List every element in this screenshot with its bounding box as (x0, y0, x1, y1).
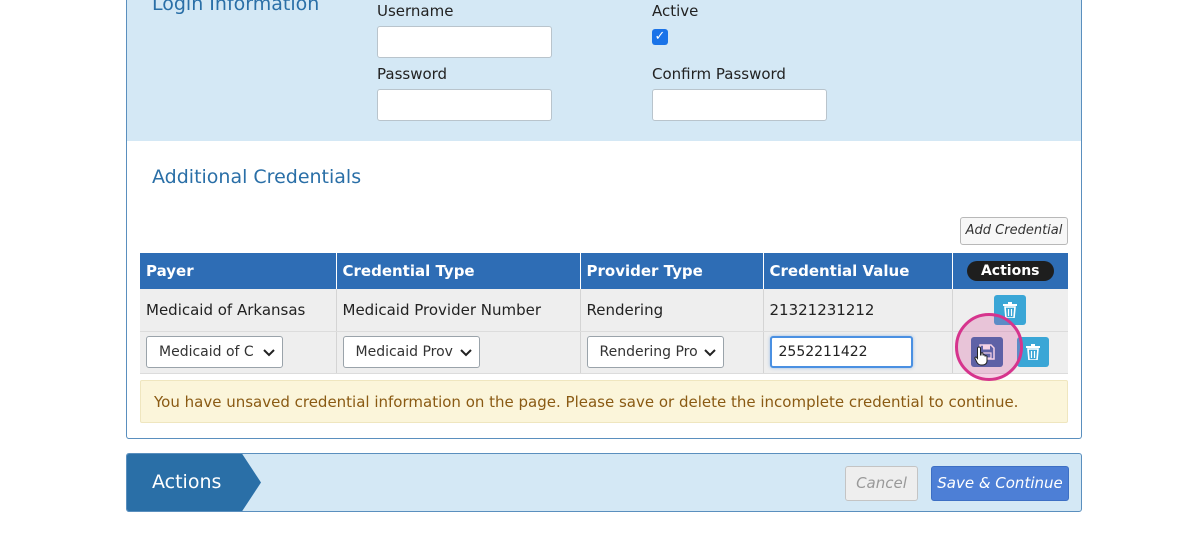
actions-bar: Actions Cancel Save & Continue (126, 453, 1082, 512)
delete-credential-button[interactable] (994, 294, 1027, 325)
actions-tab: Actions (127, 454, 261, 511)
cell-payer: Medicaid of Arkansas (140, 289, 337, 332)
provider-type-select-value: Rendering Pro (599, 344, 698, 360)
save-and-continue-button[interactable]: Save & Continue (931, 466, 1069, 501)
provider-type-select[interactable]: Rendering Pro (586, 336, 724, 368)
column-header-payer: Payer (140, 253, 337, 289)
confirm-password-label: Confirm Password (652, 65, 786, 83)
cell-provider-type: Rendering (580, 289, 764, 332)
cell-provider-type-edit: Rendering Pro (580, 331, 764, 374)
cell-actions-edit (952, 331, 1068, 374)
column-header-credential-type: Credential Type (336, 253, 581, 289)
chevron-down-icon (459, 349, 472, 357)
table-header-row: Payer Credential Type Provider Type Cred… (140, 253, 1068, 289)
chevron-down-icon (703, 349, 716, 357)
cell-credential-value: 21321231212 (763, 289, 953, 332)
cell-credential-type: Medicaid Provider Number (336, 289, 581, 332)
actions-header-pill: Actions (966, 261, 1054, 281)
credential-type-select-value: Medicaid Prov (355, 344, 453, 360)
username-input[interactable] (377, 26, 552, 58)
column-header-credential-value: Credential Value (763, 253, 953, 289)
payer-select-value: Medicaid of C (159, 344, 254, 360)
credentials-table: Payer Credential Type Provider Type Cred… (140, 253, 1068, 374)
password-input[interactable] (377, 89, 552, 121)
additional-credentials-title: Additional Credentials (152, 166, 362, 188)
username-label: Username (377, 2, 454, 20)
trash-icon (1003, 301, 1018, 318)
payer-select[interactable]: Medicaid of C (146, 336, 283, 368)
table-row: Medicaid of Arkansas Medicaid Provider N… (140, 289, 1068, 332)
login-information-title: Login Information (152, 0, 320, 15)
trash-icon (1026, 344, 1041, 360)
cell-credential-value-edit (763, 331, 953, 374)
credential-value-input[interactable] (769, 336, 913, 368)
delete-edit-credential-button[interactable] (1017, 337, 1050, 367)
active-label: Active (652, 2, 699, 20)
cell-credential-type-edit: Medicaid Prov (336, 331, 581, 374)
credential-type-select[interactable]: Medicaid Prov (342, 336, 480, 368)
cell-actions (952, 289, 1068, 332)
provider-form-card: Login Information Username Active ✓ Pass… (126, 0, 1082, 439)
save-credential-button[interactable] (971, 337, 1004, 367)
login-information-section: Login Information Username Active ✓ Pass… (127, 0, 1081, 141)
cancel-button[interactable]: Cancel (845, 466, 918, 501)
column-header-provider-type: Provider Type (580, 253, 764, 289)
save-icon (979, 344, 996, 360)
column-header-actions: Actions (952, 253, 1068, 289)
unsaved-credential-warning: You have unsaved credential information … (140, 380, 1068, 423)
confirm-password-input[interactable] (652, 89, 827, 121)
add-credential-button[interactable]: Add Credential (960, 217, 1068, 245)
chevron-down-icon (263, 349, 275, 357)
cell-payer-edit: Medicaid of C (140, 331, 337, 374)
table-row-editing: Medicaid of C Medicaid Prov Rendering Pr… (140, 331, 1068, 374)
active-checkbox[interactable]: ✓ (652, 29, 668, 45)
password-label: Password (377, 65, 448, 83)
